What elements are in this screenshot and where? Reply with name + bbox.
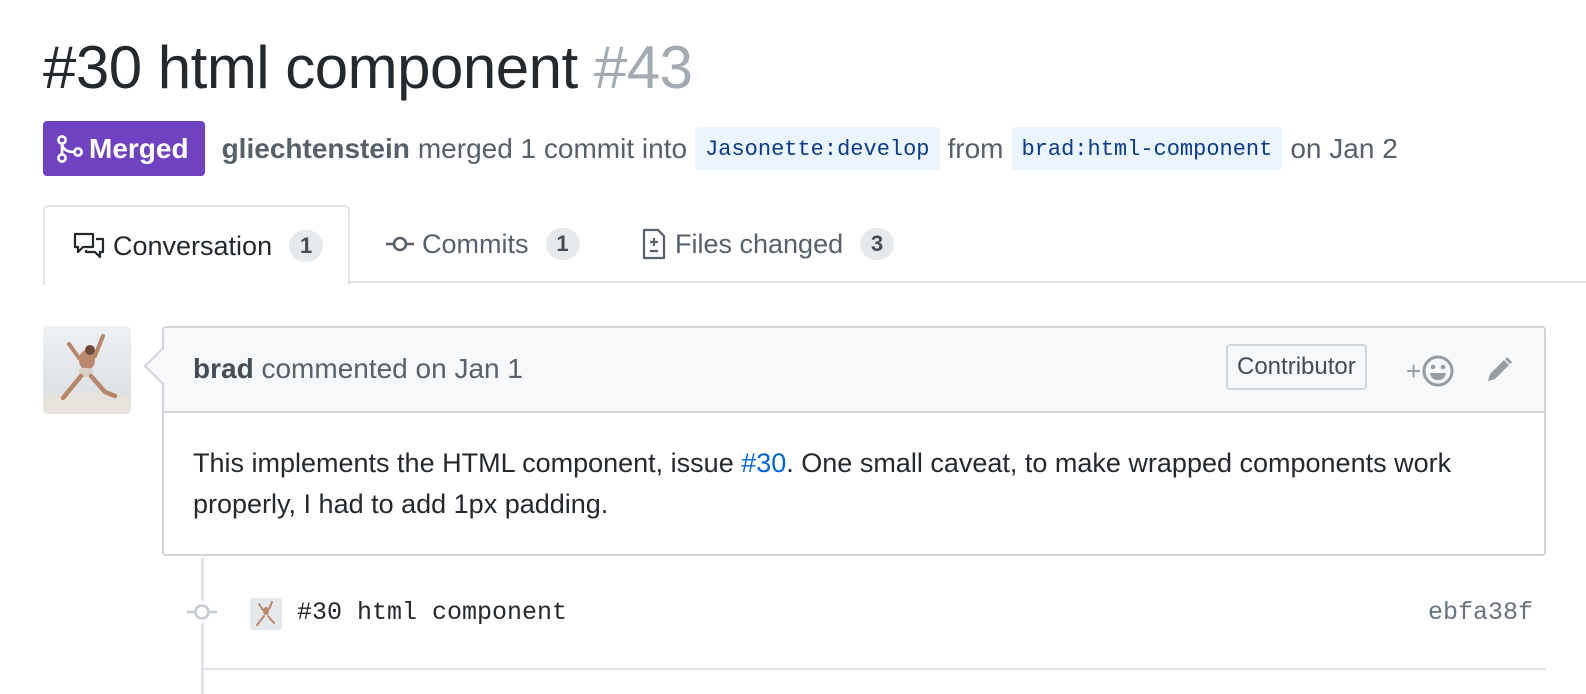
comment-box: brad commented on Jan 1 Contributor + Th… xyxy=(162,326,1546,556)
issue-link[interactable]: #30 xyxy=(741,448,786,478)
add-reaction-button[interactable]: + xyxy=(1406,354,1455,388)
comment-author-avatar[interactable] xyxy=(43,326,131,414)
pr-tabs: Conversation 1 Commits 1 Files changed 3 xyxy=(43,205,1586,285)
comment-body-text-1: This implements the HTML component, issu… xyxy=(193,448,742,478)
comment-action[interactable]: commented on Jan 1 xyxy=(261,353,523,384)
head-branch[interactable]: brad:html-component xyxy=(1011,127,1283,170)
pencil-icon xyxy=(1488,356,1513,381)
tab-commits-count: 1 xyxy=(545,228,580,260)
reaction-plus: + xyxy=(1406,355,1422,386)
tab-files-changed-count: 3 xyxy=(860,228,895,260)
commit-message-link[interactable]: #30 html component xyxy=(297,597,567,629)
timeline-divider xyxy=(204,668,1546,670)
from-text: from xyxy=(947,132,1004,164)
merge-text: merged 1 commit into xyxy=(417,132,688,164)
comment-header: brad commented on Jan 1 Contributor + xyxy=(164,328,1544,413)
comment-author[interactable]: brad xyxy=(193,353,254,384)
tab-files-changed[interactable]: Files changed 3 xyxy=(641,205,895,283)
git-commit-icon xyxy=(386,234,414,254)
tab-commits-label: Commits xyxy=(422,228,529,259)
contributor-badge: Contributor xyxy=(1226,344,1367,390)
tab-conversation-label: Conversation xyxy=(113,230,273,261)
tab-commits[interactable]: Commits 1 xyxy=(386,205,580,283)
file-diff-icon xyxy=(641,227,667,261)
commit-sha-link[interactable]: ebfa38f xyxy=(1428,597,1533,629)
edit-comment-button[interactable] xyxy=(1484,355,1514,390)
git-commit-icon xyxy=(187,601,217,628)
merged-badge-label: Merged xyxy=(89,132,189,164)
pr-title: #30 html component #43 xyxy=(43,30,693,106)
smiley-icon xyxy=(1422,355,1454,387)
git-merge-icon xyxy=(57,134,83,163)
pr-meta: Merged gliechtenstein merged 1 commit in… xyxy=(43,121,1406,176)
comment-byline: brad commented on Jan 1 xyxy=(193,353,523,385)
pr-number: #43 xyxy=(593,34,693,101)
commit-author-avatar[interactable] xyxy=(250,598,282,630)
tab-conversation[interactable]: Conversation 1 xyxy=(43,205,350,285)
base-branch[interactable]: Jasonette:develop xyxy=(695,127,940,170)
pr-title-text: #30 html component xyxy=(43,34,578,101)
merged-badge: Merged xyxy=(43,121,205,176)
merged-by-link[interactable]: gliechtenstein xyxy=(222,133,410,165)
comment-discussion-icon xyxy=(73,232,105,260)
tab-conversation-count: 1 xyxy=(289,230,324,262)
merge-date: on Jan 2 xyxy=(1290,132,1398,164)
comment-body: This implements the HTML component, issu… xyxy=(193,443,1513,525)
tab-files-changed-label: Files changed xyxy=(675,228,844,259)
